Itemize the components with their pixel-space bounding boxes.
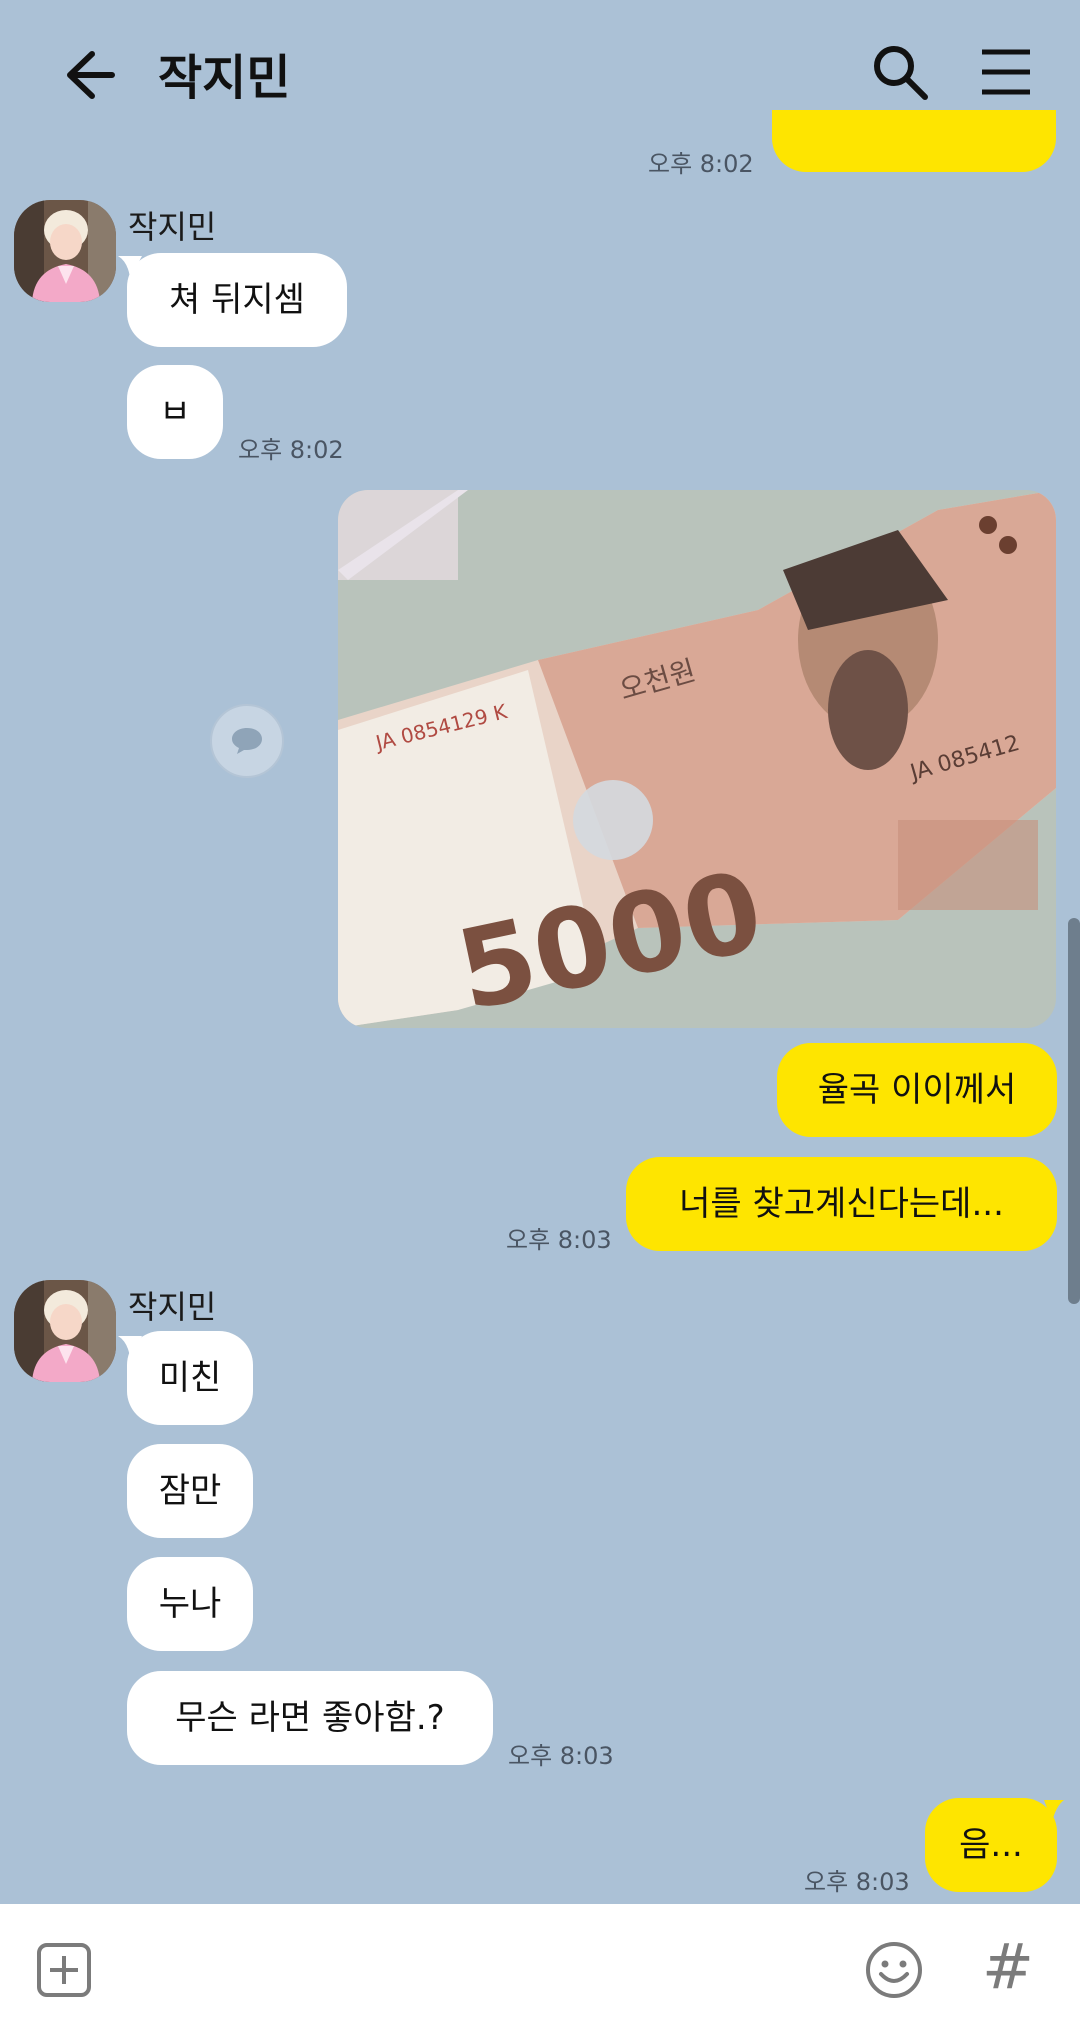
incoming-message[interactable]: 무슨 라면 좋아함.? — [127, 1671, 493, 1765]
sender-name: 작지민 — [128, 1288, 217, 1326]
smile-emoji-icon[interactable] — [864, 1940, 924, 2000]
timestamp: 오후 8:03 — [804, 1868, 910, 1896]
incoming-message[interactable]: 누나 — [127, 1557, 253, 1651]
message-text: 율곡 이이께서 — [817, 1070, 1017, 1110]
timestamp: 오후 8:02 — [648, 150, 754, 178]
outgoing-bubble-partial[interactable] — [772, 110, 1056, 172]
chat-title: 작지민 — [158, 50, 291, 106]
timestamp: 오후 8:03 — [508, 1742, 614, 1770]
message-text: ㅂ — [159, 392, 191, 432]
bubble-tail — [1044, 1800, 1064, 1822]
incoming-message[interactable]: ㅂ — [127, 365, 223, 459]
outgoing-message[interactable]: 너를 찾고계신다는데... — [626, 1157, 1057, 1251]
timestamp: 오후 8:02 — [238, 436, 344, 464]
outgoing-message[interactable]: 음... — [925, 1798, 1057, 1892]
scrollbar[interactable] — [1068, 918, 1080, 1304]
back-arrow-icon[interactable] — [48, 40, 118, 110]
share-bubble-icon[interactable] — [210, 704, 284, 778]
message-text: 음... — [959, 1825, 1023, 1865]
plus-square-icon[interactable] — [36, 1942, 92, 1998]
hashtag-button[interactable]: # — [982, 1930, 1034, 2003]
message-text: 무슨 라면 좋아함.? — [175, 1698, 445, 1738]
outgoing-message[interactable]: 율곡 이이께서 — [777, 1043, 1057, 1137]
message-text: 잠만 — [158, 1471, 222, 1511]
sender-name: 작지민 — [128, 208, 217, 246]
message-text: 미친 — [158, 1358, 222, 1398]
message-text: 누나 — [158, 1584, 222, 1624]
photo-message[interactable]: 5000 JA 0854129 K JA 085412 오천원 — [338, 490, 1056, 1028]
avatar[interactable] — [14, 200, 116, 302]
search-icon[interactable] — [870, 42, 930, 102]
message-text: 쳐 뒤지셈 — [169, 280, 305, 320]
incoming-message[interactable]: 쳐 뒤지셈 — [127, 253, 347, 347]
incoming-message[interactable]: 잠만 — [127, 1444, 253, 1538]
avatar[interactable] — [14, 1280, 116, 1382]
timestamp: 오후 8:03 — [506, 1226, 612, 1254]
hamburger-menu-icon[interactable] — [980, 46, 1032, 98]
message-text: 너를 찾고계신다는데... — [679, 1184, 1004, 1224]
message-composer: # — [0, 1904, 1080, 2031]
incoming-message[interactable]: 미친 — [127, 1331, 253, 1425]
